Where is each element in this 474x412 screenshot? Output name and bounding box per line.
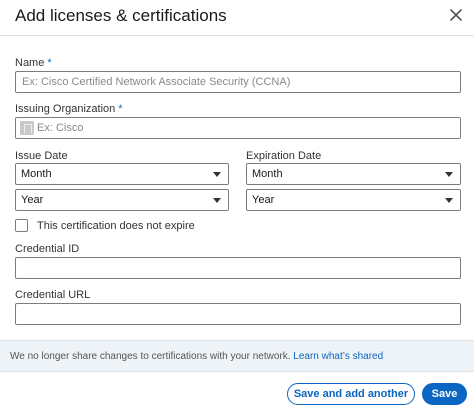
chevron-down-icon [213,198,221,203]
issue-month-select[interactable]: Month [15,163,229,185]
expiration-year-select[interactable]: Year [246,189,461,211]
name-required-mark: * [47,57,52,69]
close-icon[interactable] [444,4,468,28]
expiration-date-label: Expiration Date [246,150,322,162]
save-button[interactable]: Save [422,383,467,405]
no-expire-checkbox[interactable] [15,219,28,232]
share-notice: We no longer share changes to certificat… [0,340,474,372]
share-notice-text: We no longer share changes to certificat… [10,351,383,362]
chevron-down-icon [213,172,221,177]
save-and-add-another-button[interactable]: Save and add another [287,383,415,405]
issue-month-value: Month [21,168,52,180]
learn-whats-shared-link[interactable]: Learn what’s shared [293,351,383,362]
credential-url-input[interactable] [15,303,461,325]
expiration-year-value: Year [252,194,275,206]
credential-id-label: Credential ID [15,243,80,255]
issuing-org-label: Issuing Organization * [15,103,123,115]
issue-year-value: Year [21,194,44,206]
credential-url-label: Credential URL [15,289,91,301]
issue-date-label: Issue Date [15,150,68,162]
share-notice-message: We no longer share changes to certificat… [10,351,294,362]
chevron-down-icon [445,198,453,203]
issuing-org-required-mark: * [118,103,123,115]
close-button[interactable] [444,4,468,28]
credential-id-input[interactable] [15,257,461,279]
dialog-header: Add licenses & certifications [0,0,474,36]
issue-year-select[interactable]: Year [15,189,229,211]
name-input[interactable] [15,71,461,93]
issuing-org-field[interactable] [15,117,461,139]
company-logo-placeholder-icon [20,121,34,135]
dialog-title: Add licenses & certifications [15,6,227,25]
issuing-org-input[interactable] [37,118,457,138]
expiration-month-value: Month [252,168,283,180]
name-label: Name * [15,57,52,69]
chevron-down-icon [445,172,453,177]
expiration-month-select[interactable]: Month [246,163,461,185]
no-expire-label[interactable]: This certification does not expire [37,220,195,232]
